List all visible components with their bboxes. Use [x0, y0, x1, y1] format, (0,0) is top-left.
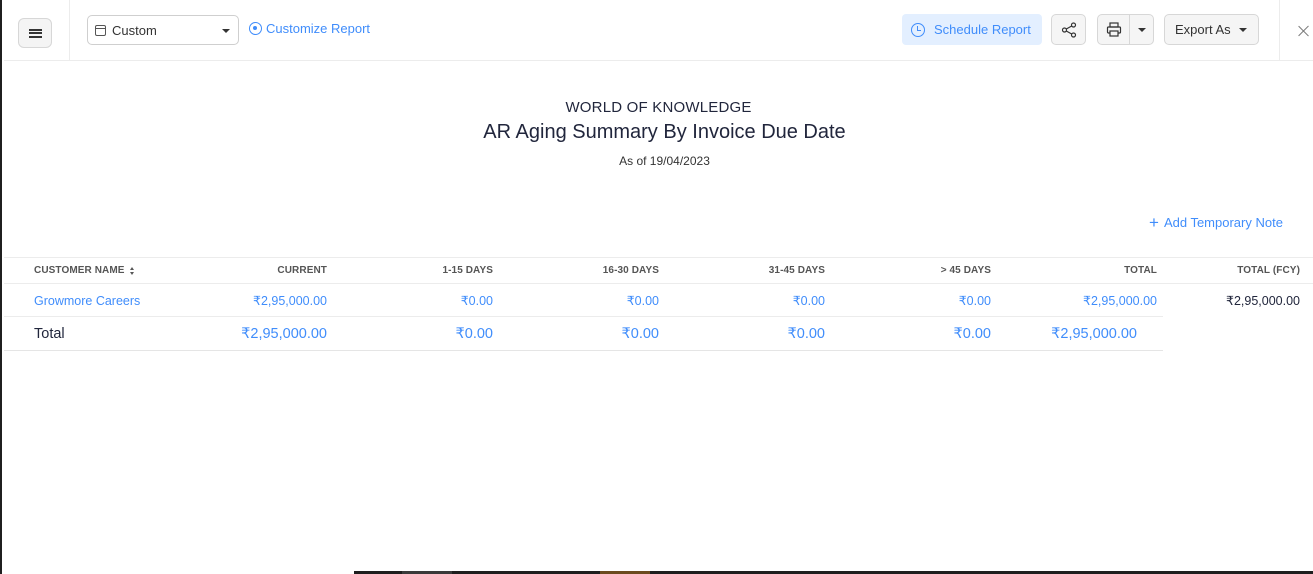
add-temporary-note-link[interactable]: + Add Temporary Note: [1149, 212, 1283, 232]
clock-icon: [911, 22, 925, 37]
table-row: Growmore Careers ₹2,95,000.00 ₹0.00 ₹0.0…: [4, 284, 1313, 317]
customize-report-link[interactable]: Customize Report: [249, 21, 370, 36]
export-as-label: Export As: [1175, 22, 1231, 37]
printer-icon: [1106, 22, 1121, 37]
gear-icon: [249, 22, 262, 35]
column-header-label: CUSTOMER NAME: [34, 265, 125, 276]
column-header-16-30-days: 16-30 DAYS: [602, 265, 659, 276]
column-header-31-45-days: 31-45 DAYS: [768, 265, 825, 276]
total-amount-link[interactable]: ₹2,95,000.00: [1083, 284, 1157, 317]
days-1-15-amount-link[interactable]: ₹0.00: [461, 284, 493, 317]
total-31-45-days-link[interactable]: ₹0.00: [788, 317, 825, 351]
report-window: Custom Customize Report Schedule Report: [0, 0, 1313, 574]
totals-row: Total ₹2,95,000.00 ₹0.00 ₹0.00 ₹0.00 ₹0.…: [4, 317, 1313, 351]
column-header-total-fcy: TOTAL (FCY): [1237, 265, 1300, 276]
days-16-30-amount-link[interactable]: ₹0.00: [627, 284, 659, 317]
chevron-down-icon: [1239, 28, 1247, 32]
hamburger-menu-button[interactable]: [18, 18, 52, 48]
print-button-group: [1097, 14, 1154, 45]
days-over-45-amount-link[interactable]: ₹0.00: [959, 284, 991, 317]
export-as-button[interactable]: Export As: [1164, 14, 1259, 45]
total-fcy-amount: ₹2,95,000.00: [1226, 294, 1300, 308]
column-header-over-45-days: > 45 DAYS: [940, 265, 991, 276]
period-select-value: Custom: [112, 22, 157, 38]
calendar-icon: [95, 24, 106, 36]
report-toolbar: Custom Customize Report Schedule Report: [4, 0, 1313, 61]
aging-summary-table: CUSTOMER NAME CURRENT 1-15 DAYS 16-30 DA…: [4, 257, 1313, 351]
total-1-15-days-link[interactable]: ₹0.00: [456, 317, 493, 351]
column-header-current: CURRENT: [277, 265, 327, 276]
row-divider: [4, 350, 1163, 351]
plus-icon: +: [1149, 213, 1159, 232]
sort-icon[interactable]: [129, 266, 135, 275]
print-button[interactable]: [1098, 15, 1131, 44]
close-report-button[interactable]: [1279, 0, 1313, 61]
totals-label: Total: [34, 326, 65, 342]
customize-report-label: Customize Report: [266, 21, 371, 36]
table-header-row: CUSTOMER NAME CURRENT 1-15 DAYS 16-30 DA…: [4, 257, 1313, 284]
grand-total-link[interactable]: ₹2,95,000.00: [1051, 317, 1137, 351]
customer-name-link[interactable]: Growmore Careers: [34, 284, 140, 317]
current-amount-link[interactable]: ₹2,95,000.00: [253, 284, 327, 317]
total-over-45-days-link[interactable]: ₹0.00: [954, 317, 991, 351]
days-31-45-amount-link[interactable]: ₹0.00: [793, 284, 825, 317]
report-title: AR Aging Summary By Invoice Due Date: [483, 121, 846, 143]
column-header-1-15-days: 1-15 DAYS: [442, 265, 493, 276]
share-icon: [1061, 21, 1076, 38]
add-temporary-note-label: Add Temporary Note: [1163, 215, 1283, 230]
share-button[interactable]: [1051, 14, 1086, 45]
print-options-dropdown[interactable]: [1130, 15, 1153, 44]
schedule-report-button[interactable]: Schedule Report: [902, 14, 1042, 45]
report-as-of-date: As of 19/04/2023: [619, 154, 710, 168]
organization-name: WORLD OF KNOWLEDGE: [565, 99, 752, 116]
total-current-link[interactable]: ₹2,95,000.00: [241, 317, 327, 351]
schedule-report-label: Schedule Report: [934, 22, 1031, 37]
column-header-customer-name[interactable]: CUSTOMER NAME: [34, 258, 135, 283]
chevron-down-icon: [1137, 27, 1146, 32]
hamburger-menu-icon: [28, 28, 42, 38]
column-header-total: TOTAL: [1124, 265, 1157, 276]
total-16-30-days-link[interactable]: ₹0.00: [622, 317, 659, 351]
period-select[interactable]: Custom: [87, 15, 239, 45]
menu-cell: [4, 0, 70, 61]
chevron-down-icon: [222, 29, 230, 33]
close-icon: [1298, 25, 1310, 37]
